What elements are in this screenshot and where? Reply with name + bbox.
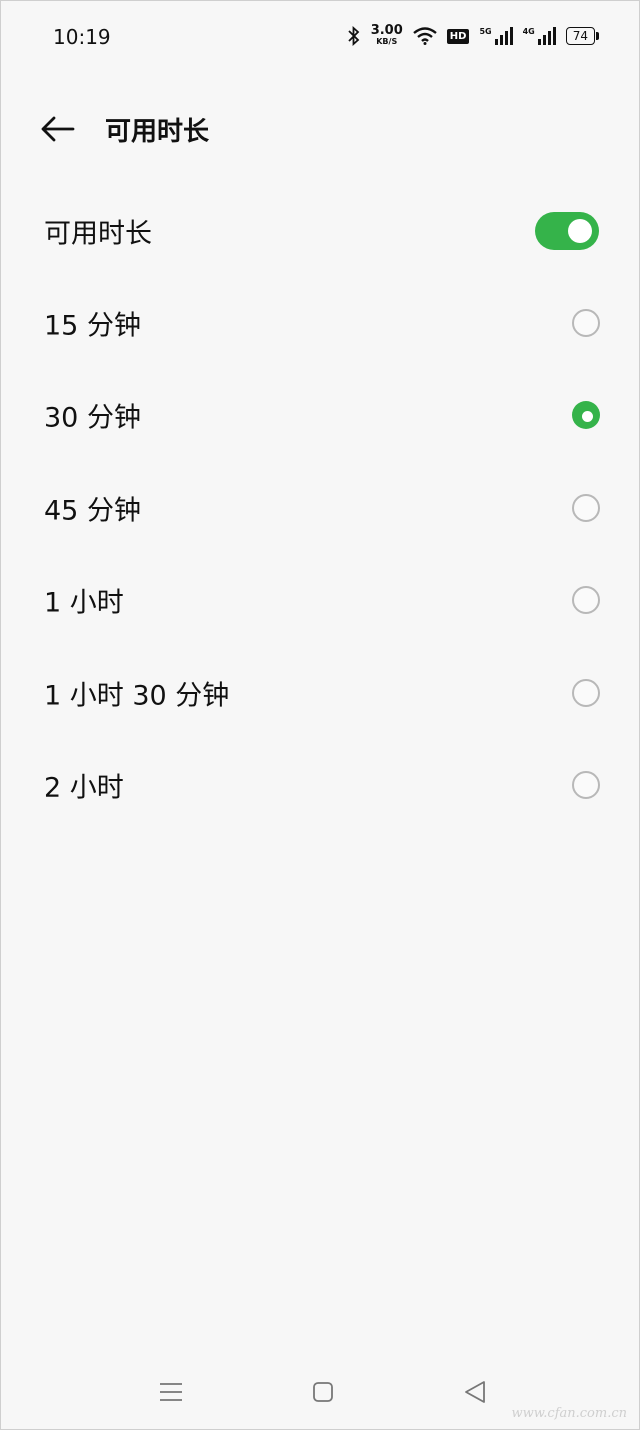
speed-unit: KB/S — [376, 37, 398, 46]
option-label: 15 分钟 — [44, 310, 141, 342]
toggle-label: 可用时长 — [44, 218, 152, 250]
radio-button[interactable] — [572, 494, 600, 522]
option-45-min[interactable]: 45 分钟 — [1, 462, 640, 554]
toggle-knob — [568, 219, 592, 243]
net2-label: 4G — [522, 27, 535, 36]
option-15-min[interactable]: 15 分钟 — [1, 277, 640, 369]
home-button[interactable] — [306, 1375, 340, 1409]
radio-button[interactable] — [572, 679, 600, 707]
signal-5g-icon: 5G — [479, 27, 513, 45]
option-label: 1 小时 — [44, 587, 124, 619]
status-bar: 10:19 3.00 KB/S HD 5G 4G 74 — [1, 1, 640, 73]
option-1-hour-30-min[interactable]: 1 小时 30 分钟 — [1, 647, 640, 739]
watermark: www.cfan.com.cn — [511, 1406, 627, 1421]
option-label: 2 小时 — [44, 772, 124, 804]
menu-icon — [160, 1383, 182, 1401]
home-icon — [313, 1382, 333, 1402]
option-label: 30 分钟 — [44, 402, 141, 434]
page-header: 可用时长 — [1, 101, 640, 157]
hd-voice-badge: HD — [446, 28, 470, 44]
radio-button[interactable] — [572, 309, 600, 337]
wifi-icon — [413, 27, 437, 45]
speed-value: 3.00 — [370, 23, 403, 38]
option-label: 45 分钟 — [44, 495, 141, 527]
net1-label: 5G — [479, 27, 492, 36]
signal-4g-icon: 4G — [523, 27, 556, 45]
network-speed: 3.00 KB/S — [370, 23, 403, 47]
arrow-left-icon — [41, 116, 75, 142]
menu-button[interactable] — [154, 1375, 188, 1409]
bluetooth-icon — [348, 26, 359, 46]
option-2-hours[interactable]: 2 小时 — [1, 739, 640, 831]
status-time: 10:19 — [53, 25, 111, 49]
back-nav-button[interactable] — [458, 1375, 492, 1409]
status-icons: 3.00 KB/S HD 5G 4G 74 — [347, 23, 600, 47]
radio-button[interactable] — [572, 771, 600, 799]
enable-duration-row[interactable]: 可用时长 — [1, 185, 640, 277]
duration-toggle-switch[interactable] — [535, 212, 599, 250]
radio-button[interactable] — [572, 586, 600, 614]
battery-icon: 74 — [565, 27, 600, 45]
option-label: 1 小时 30 分钟 — [44, 680, 230, 712]
back-button[interactable] — [37, 109, 77, 149]
back-triangle-icon — [465, 1381, 485, 1403]
radio-button-selected[interactable] — [572, 401, 600, 429]
page-title: 可用时长 — [105, 117, 210, 147]
option-1-hour[interactable]: 1 小时 — [1, 554, 640, 646]
option-30-min[interactable]: 30 分钟 — [1, 369, 640, 461]
